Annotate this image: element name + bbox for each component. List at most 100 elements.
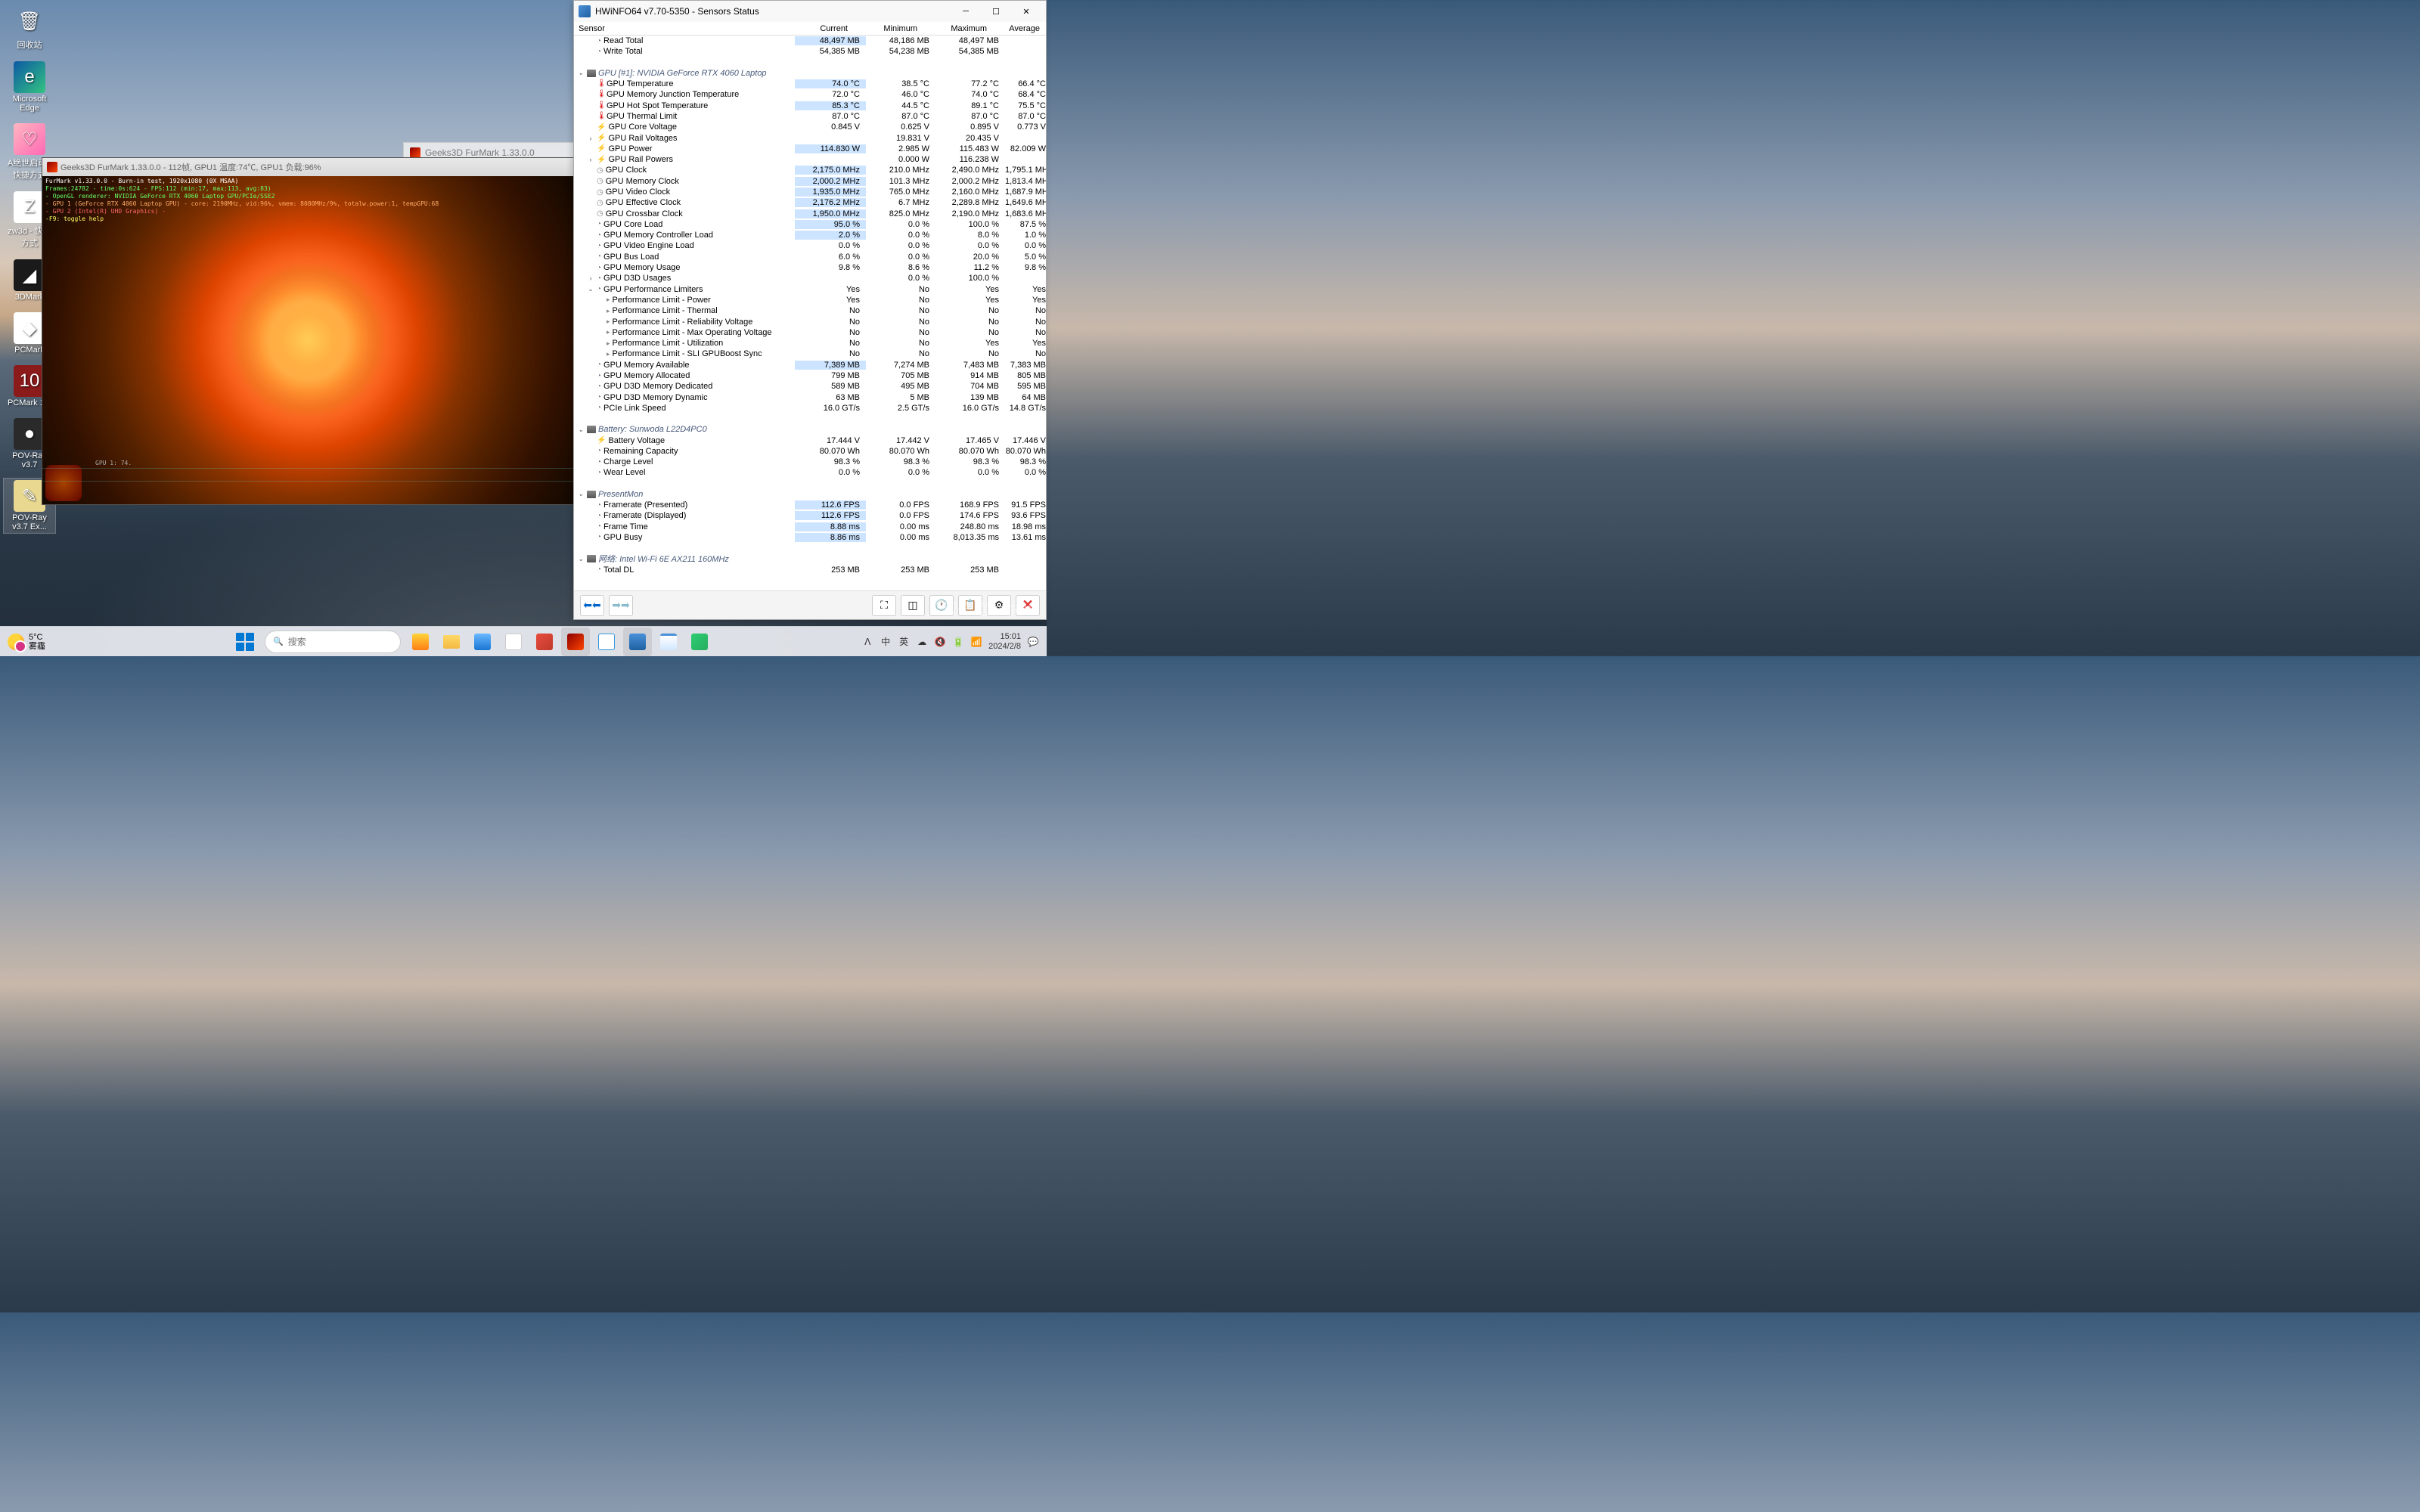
next-button[interactable]: ➡➡ <box>609 595 633 616</box>
sensor-row[interactable]: ▸Performance Limit - UtilizationNoNoYesY… <box>574 338 1046 349</box>
sensor-row[interactable]: ◔GPU Memory Available7,389 MB7,274 MB7,4… <box>574 360 1046 370</box>
sensor-section-header[interactable]: ⌄网络: Intel Wi-Fi 6E AX211 160MHz <box>574 553 1046 564</box>
sensor-row[interactable]: ◔GPU Memory Allocated799 MB705 MB914 MB8… <box>574 370 1046 381</box>
taskbar-furmark[interactable] <box>561 627 590 656</box>
taskbar[interactable]: 15°C 雾霾 🔍 ᐱ 中 英 ☁ 🔇 🔋 📶 15:01 2024/2/8 💬 <box>0 626 1047 656</box>
tray-wifi-icon[interactable]: 📶 <box>970 636 982 648</box>
taskbar-clock[interactable]: 15:01 2024/2/8 <box>988 632 1021 652</box>
sensor-row[interactable]: ◔Framerate (Displayed)112.6 FPS0.0 FPS17… <box>574 510 1046 521</box>
maximize-button[interactable]: ☐ <box>981 2 1011 20</box>
sensor-row[interactable]: ⌄◔GPU Performance LimitersYesNoYesYes <box>574 284 1046 295</box>
sensor-row[interactable]: ▸Performance Limit - PowerYesNoYesYes <box>574 295 1046 305</box>
close-button[interactable]: ✕ <box>1011 2 1041 20</box>
sensor-avg: No <box>1005 328 1046 337</box>
tray-battery-icon[interactable]: 🔋 <box>952 636 964 648</box>
taskbar-app-3[interactable] <box>468 627 497 656</box>
sensor-row[interactable]: ◔Wear Level0.0 %0.0 %0.0 %0.0 % <box>574 467 1046 478</box>
expand-button[interactable]: ⛶ <box>872 595 896 616</box>
desktop-icon[interactable]: eMicrosoft Edge <box>4 60 55 114</box>
clock-button[interactable]: 🕐 <box>929 595 954 616</box>
sensor-row[interactable]: ›⚡GPU Rail Voltages19.831 V20.435 V <box>574 132 1046 143</box>
prev-button[interactable]: ⬅⬅ <box>580 595 604 616</box>
taskbar-hwinfo[interactable] <box>623 627 652 656</box>
sensor-row[interactable]: ◔GPU D3D Memory Dedicated589 MB495 MB704… <box>574 381 1046 392</box>
sensor-row[interactable]: ◔Read Total48,497 MB48,186 MB48,497 MB <box>574 36 1046 46</box>
taskbar-search[interactable]: 🔍 <box>265 631 401 653</box>
sensor-avg: 0.773 V <box>1005 122 1046 132</box>
sensor-row[interactable]: ◷GPU Memory Clock2,000.2 MHz101.3 MHz2,0… <box>574 176 1046 187</box>
hwinfo-sensor-list[interactable]: ◔Read Total48,497 MB48,186 MB48,497 MB◔W… <box>574 36 1046 590</box>
sensor-row[interactable]: ▸Performance Limit - Max Operating Volta… <box>574 327 1046 338</box>
settings-button[interactable]: ⚙ <box>987 595 1011 616</box>
furmark-titlebar[interactable]: Geeks3D FurMark 1.33.0.0 - 112帧, GPU1 温度… <box>42 158 574 176</box>
sensor-row[interactable]: ◔Total DL253 MB253 MB253 MB <box>574 564 1046 575</box>
sensor-row[interactable]: ◷GPU Clock2,175.0 MHz210.0 MHz2,490.0 MH… <box>574 165 1046 175</box>
tray-ime2[interactable]: 英 <box>898 636 910 648</box>
header-sensor[interactable]: Sensor <box>574 24 783 33</box>
app-icon: ✎ <box>14 480 45 512</box>
hwinfo-column-header[interactable]: Sensor Current Minimum Maximum Average <box>574 22 1046 36</box>
sensor-row[interactable]: ⚡Battery Voltage17.444 V17.442 V17.465 V… <box>574 435 1046 445</box>
tray-notifications-icon[interactable]: 💬 <box>1027 636 1039 648</box>
sensor-row[interactable]: 🌡GPU Temperature74.0 °C38.5 °C77.2 °C66.… <box>574 79 1046 89</box>
sensor-row[interactable]: ◷GPU Video Clock1,935.0 MHz765.0 MHz2,16… <box>574 187 1046 197</box>
header-minimum[interactable]: Minimum <box>854 24 923 33</box>
tray-volume-icon[interactable]: 🔇 <box>934 636 946 648</box>
sensor-row[interactable]: ›⚡GPU Rail Powers0.000 W116.238 W <box>574 154 1046 165</box>
sensor-row[interactable]: ◔Remaining Capacity80.070 Wh80.070 Wh80.… <box>574 446 1046 457</box>
sensor-row[interactable]: ◔Charge Level98.3 %98.3 %98.3 %98.3 % <box>574 457 1046 467</box>
taskbar-app-4[interactable] <box>499 627 528 656</box>
desktop-icon[interactable]: 🗑回收站 <box>4 4 55 52</box>
sensor-row[interactable]: 🌡GPU Hot Spot Temperature85.3 °C44.5 °C8… <box>574 100 1046 110</box>
sensor-section-header[interactable]: ⌄Battery: Sunwoda L22D4PC0 <box>574 424 1046 435</box>
sensor-row[interactable]: ◔PCIe Link Speed16.0 GT/s2.5 GT/s16.0 GT… <box>574 403 1046 414</box>
sensor-row[interactable]: ◔GPU Busy8.86 ms0.00 ms8,013.35 ms13.61 … <box>574 532 1046 543</box>
layout-button[interactable]: ◫ <box>901 595 925 616</box>
save-button[interactable]: 📋 <box>958 595 982 616</box>
furmark-window[interactable]: Geeks3D FurMark 1.33.0.0 - 112帧, GPU1 温度… <box>42 157 575 505</box>
sensor-row[interactable]: ›◔GPU D3D Usages0.0 %100.0 % <box>574 273 1046 284</box>
sensor-row[interactable]: ⚡GPU Power114.830 W2.985 W115.483 W82.00… <box>574 144 1046 154</box>
taskbar-app-5[interactable] <box>530 627 559 656</box>
tray-chevron-icon[interactable]: ᐱ <box>861 636 873 648</box>
header-current[interactable]: Current <box>783 24 854 33</box>
sensor-row[interactable]: ▸Performance Limit - SLI GPUBoost SyncNo… <box>574 349 1046 359</box>
sensor-row[interactable]: ◷GPU Crossbar Clock1,950.0 MHz825.0 MHz2… <box>574 208 1046 218</box>
sensor-row[interactable]: ◔GPU Memory Controller Load2.0 %0.0 %8.0… <box>574 230 1046 240</box>
taskbar-app-1[interactable] <box>406 627 435 656</box>
sensor-row[interactable]: ◔Frame Time8.88 ms0.00 ms248.80 ms18.98 … <box>574 521 1046 531</box>
sensor-section-header[interactable]: ⌄PresentMon <box>574 489 1046 500</box>
taskbar-notepad[interactable] <box>654 627 683 656</box>
sensor-row[interactable]: 🌡GPU Thermal Limit87.0 °C87.0 °C87.0 °C8… <box>574 111 1046 122</box>
sensor-row[interactable]: ◔Framerate (Presented)112.6 FPS0.0 FPS16… <box>574 500 1046 510</box>
taskbar-app-7[interactable] <box>592 627 621 656</box>
sensor-row[interactable]: ◔GPU Memory Usage9.8 %8.6 %11.2 %9.8 % <box>574 262 1046 273</box>
minimize-button[interactable]: ─ <box>951 2 981 20</box>
sensor-row[interactable]: ◔GPU Video Engine Load0.0 %0.0 %0.0 %0.0… <box>574 240 1046 251</box>
close-toolbar-button[interactable]: ✕ <box>1016 595 1040 616</box>
taskbar-app-10[interactable] <box>685 627 714 656</box>
sensor-row[interactable]: ◔Write Total54,385 MB54,238 MB54,385 MB <box>574 46 1046 57</box>
tray-onedrive-icon[interactable]: ☁ <box>916 636 928 648</box>
hwinfo-window[interactable]: HWiNFO64 v7.70-5350 - Sensors Status ─ ☐… <box>573 0 1047 620</box>
taskbar-weather[interactable]: 15°C 雾霾 <box>0 633 83 651</box>
sensor-icon: ◔ <box>597 220 601 228</box>
sensor-row[interactable]: ▸Performance Limit - ThermalNoNoNoNo <box>574 305 1046 316</box>
hwinfo-titlebar[interactable]: HWiNFO64 v7.70-5350 - Sensors Status ─ ☐… <box>574 1 1046 22</box>
sensor-row[interactable]: ⚡GPU Core Voltage0.845 V0.625 V0.895 V0.… <box>574 122 1046 132</box>
sensor-row[interactable]: ◷GPU Effective Clock2,176.2 MHz6.7 MHz2,… <box>574 197 1046 208</box>
header-maximum[interactable]: Maximum <box>923 24 993 33</box>
sensor-min: 765.0 MHz <box>866 187 935 197</box>
taskbar-explorer[interactable] <box>437 627 466 656</box>
sensor-row[interactable]: ◔GPU Bus Load6.0 %0.0 %20.0 %5.0 % <box>574 252 1046 262</box>
sensor-row[interactable]: ▸Performance Limit - Reliability Voltage… <box>574 316 1046 327</box>
sensor-row[interactable]: 🌡GPU Memory Junction Temperature72.0 °C4… <box>574 89 1046 100</box>
header-average[interactable]: Average <box>993 24 1046 33</box>
sensor-row[interactable]: ◔GPU Core Load95.0 %0.0 %100.0 %87.5 % <box>574 219 1046 230</box>
start-button[interactable] <box>231 627 259 656</box>
search-input[interactable] <box>288 637 405 647</box>
sensor-current: 2,176.2 MHz <box>795 198 866 207</box>
sensor-row[interactable]: ◔GPU D3D Memory Dynamic63 MB5 MB139 MB64… <box>574 392 1046 403</box>
tray-ime1[interactable]: 中 <box>880 636 892 648</box>
sensor-section-header[interactable]: ⌄GPU [#1]: NVIDIA GeForce RTX 4060 Lapto… <box>574 68 1046 79</box>
